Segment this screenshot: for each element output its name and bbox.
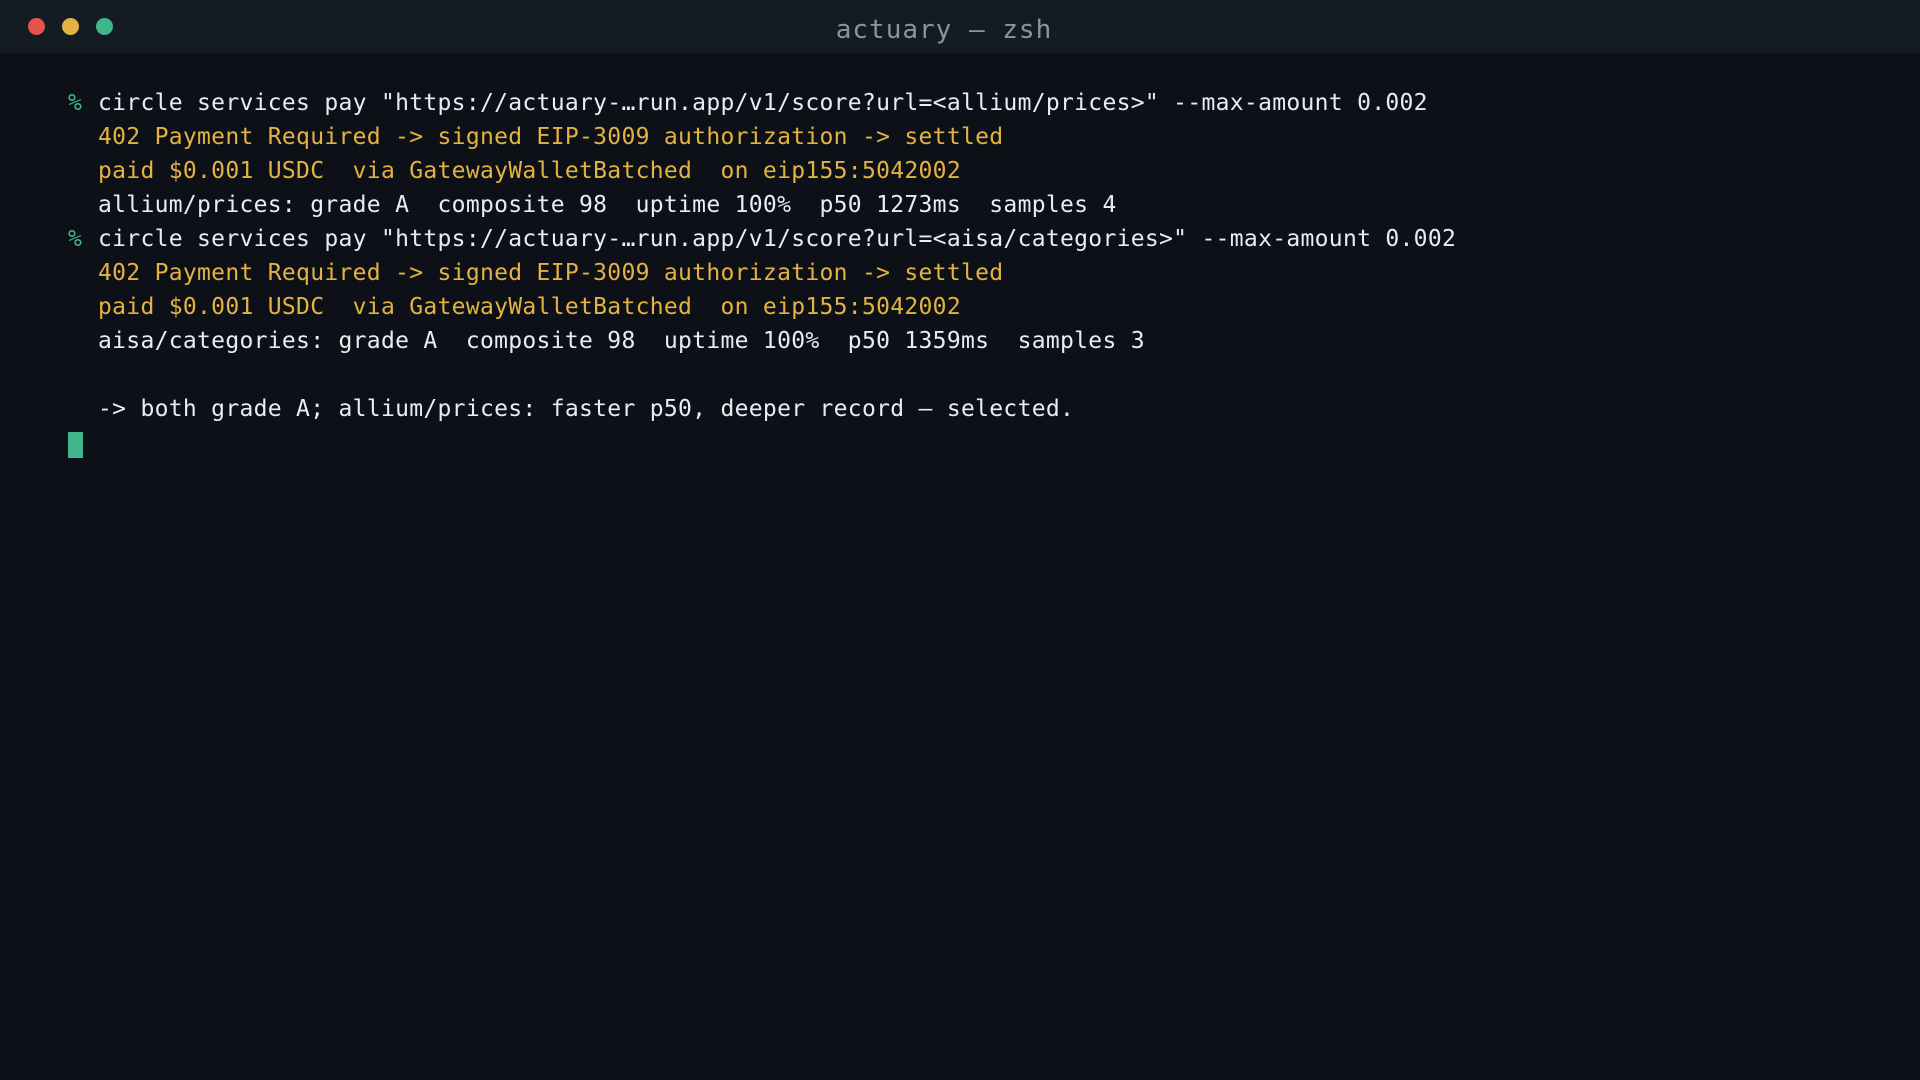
output-line: 402 Payment Required -> signed EIP-3009 … xyxy=(68,256,1880,290)
score-result: allium/prices: grade A composite 98 upti… xyxy=(98,192,1117,218)
payment-detail: paid $0.001 USDC via GatewayWalletBatche… xyxy=(98,158,961,184)
payment-detail: paid $0.001 USDC via GatewayWalletBatche… xyxy=(98,294,961,320)
output-line: paid $0.001 USDC via GatewayWalletBatche… xyxy=(68,154,1880,188)
command-line: % circle services pay "https://actuary-…r… xyxy=(68,86,1880,120)
title-bar: actuary — zsh xyxy=(0,0,1920,53)
terminal-window: actuary — zsh % circle services pay "http… xyxy=(0,0,1920,1080)
command-text: circle services pay "https://actuary-…ru… xyxy=(98,90,1428,116)
command-text: circle services pay "https://actuary-…ru… xyxy=(98,226,1457,252)
output-line: aisa/categories: grade A composite 98 up… xyxy=(68,324,1880,358)
prompt-symbol: % xyxy=(68,90,83,116)
payment-status: 402 Payment Required -> signed EIP-3009 … xyxy=(98,124,1004,150)
terminal-output[interactable]: % circle services pay "https://actuary-…r… xyxy=(68,86,1880,460)
summary-line: -> both grade A; allium/prices: faster p… xyxy=(68,392,1880,426)
output-line: paid $0.001 USDC via GatewayWalletBatche… xyxy=(68,290,1880,324)
cursor xyxy=(68,432,83,458)
input-line[interactable] xyxy=(68,426,1880,460)
window-title: actuary — zsh xyxy=(835,15,1053,45)
command-line: % circle services pay "https://actuary-…r… xyxy=(68,222,1880,256)
output-line: 402 Payment Required -> signed EIP-3009 … xyxy=(68,120,1880,154)
score-result: aisa/categories: grade A composite 98 up… xyxy=(98,328,1145,354)
output-line: allium/prices: grade A composite 98 upti… xyxy=(68,188,1880,222)
prompt-symbol: % xyxy=(68,226,83,252)
payment-status: 402 Payment Required -> signed EIP-3009 … xyxy=(98,260,1004,286)
summary-text: -> both grade A; allium/prices: faster p… xyxy=(98,396,1075,422)
